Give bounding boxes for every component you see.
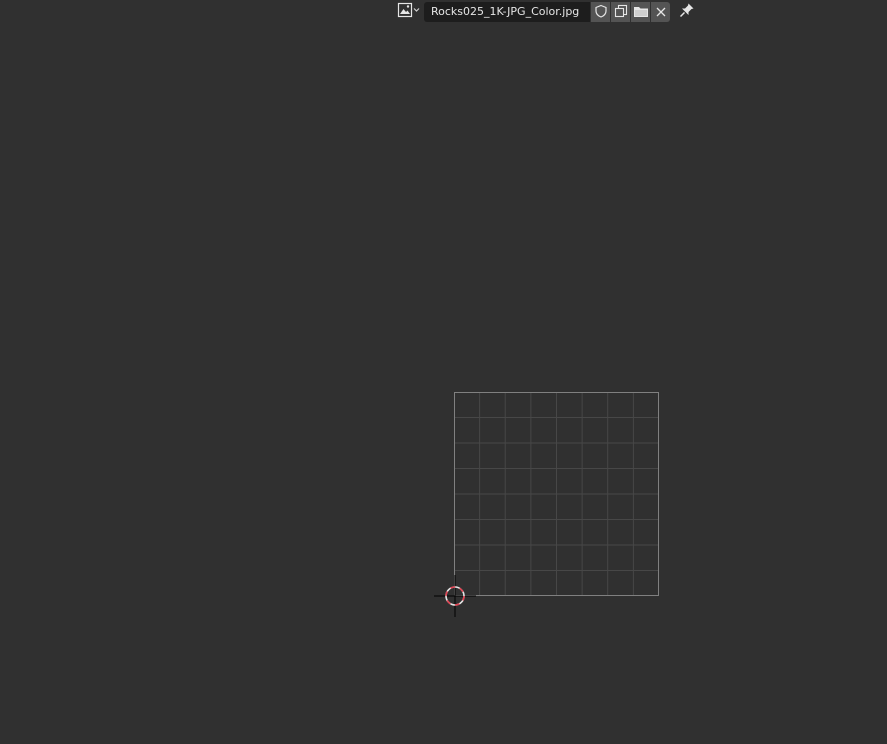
duplicate-icon <box>614 3 628 22</box>
fake-user-button[interactable] <box>591 2 610 22</box>
folder-icon <box>633 3 649 22</box>
uv-image-editor[interactable]: Rocks025_1K-JPG_Color.jpg <box>0 0 887 744</box>
image-header: Rocks025_1K-JPG_Color.jpg <box>395 2 698 22</box>
shield-icon <box>594 3 608 22</box>
pin-button[interactable] <box>676 2 698 22</box>
uv-grid <box>454 392 659 596</box>
duplicate-image-button[interactable] <box>611 2 630 22</box>
2d-cursor-icon[interactable] <box>434 575 476 617</box>
browse-image-button[interactable] <box>395 2 423 22</box>
image-name-field[interactable]: Rocks025_1K-JPG_Color.jpg <box>424 2 590 22</box>
pin-icon <box>679 2 695 22</box>
unlink-image-button[interactable] <box>651 2 670 22</box>
close-icon <box>655 3 667 22</box>
open-image-button[interactable] <box>631 2 650 22</box>
image-icon <box>397 2 421 22</box>
